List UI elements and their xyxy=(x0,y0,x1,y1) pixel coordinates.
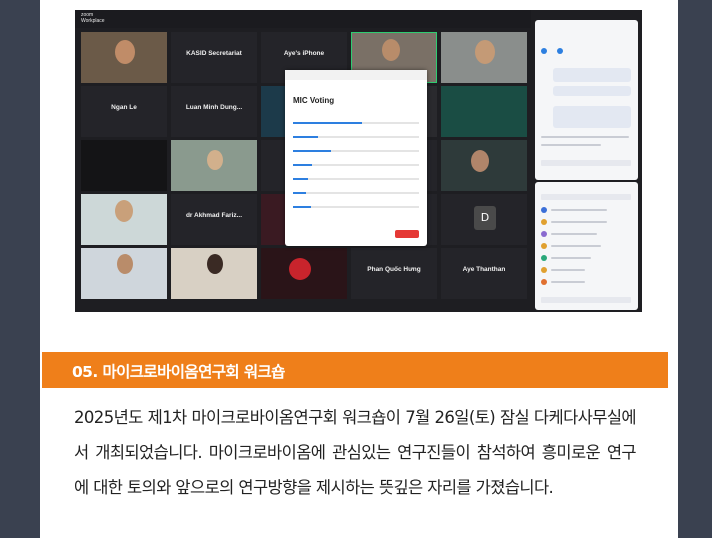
participant-face xyxy=(207,254,223,274)
video-tile: D xyxy=(441,194,527,245)
chat-text xyxy=(541,136,629,138)
participant-face xyxy=(115,200,133,222)
video-tile xyxy=(441,32,527,83)
participant-row xyxy=(551,257,591,259)
chat-panel xyxy=(535,20,638,180)
participant-name: Phan Quốc Hưng xyxy=(367,266,421,273)
video-tile xyxy=(261,248,347,299)
poll-window: MIC Voting xyxy=(285,70,427,246)
video-tile xyxy=(81,140,167,191)
participant-avatar: D xyxy=(474,206,496,230)
video-tile: dr Akhmad Fariz... xyxy=(171,194,257,245)
video-tile: Aye Thanthan xyxy=(441,248,527,299)
video-tile: Ngan Le xyxy=(81,86,167,137)
poll-option-bar xyxy=(293,136,419,138)
video-tile xyxy=(441,140,527,191)
poll-option-bar xyxy=(293,164,419,166)
participant-avatar xyxy=(541,207,547,213)
chat-message xyxy=(553,106,631,128)
chat-input xyxy=(541,160,631,166)
participant-row xyxy=(551,281,585,283)
newsletter-page: zoom Workplace KASID Secretariat Aye's i… xyxy=(40,0,678,538)
participant-name: dr Akhmad Fariz... xyxy=(185,212,243,219)
section-title: 05. 마이크로바이옴연구회 워크숍 xyxy=(72,363,285,381)
participant-face xyxy=(471,150,489,172)
chat-message xyxy=(553,86,631,96)
participant-avatar xyxy=(541,279,547,285)
participant-name: Aye's iPhone xyxy=(283,50,325,57)
participants-footer xyxy=(541,297,631,303)
participant-name: KASID Secretariat xyxy=(186,50,242,57)
participant-row xyxy=(551,233,597,235)
poll-option-bar xyxy=(293,192,419,194)
chat-avatar xyxy=(541,48,547,54)
participant-face xyxy=(382,39,400,61)
video-tile xyxy=(81,32,167,83)
virus-graphic xyxy=(289,258,311,280)
participant-face xyxy=(115,40,135,64)
video-tile xyxy=(81,194,167,245)
participant-row xyxy=(551,269,585,271)
section-body-text: 2025년도 제1차 마이크로바이옴연구회 워크숍이 7월 26일(토) 잠실 … xyxy=(74,408,637,497)
poll-header xyxy=(285,70,427,80)
participant-row xyxy=(551,221,607,223)
participants-panel xyxy=(535,182,638,310)
participants-search xyxy=(541,194,631,200)
participant-face xyxy=(117,254,133,274)
participant-avatar xyxy=(541,267,547,273)
video-tile: KASID Secretariat xyxy=(171,32,257,83)
poll-option-bar xyxy=(293,206,419,208)
participant-avatar xyxy=(541,243,547,249)
zoom-meeting-photo: zoom Workplace KASID Secretariat Aye's i… xyxy=(75,10,642,312)
participant-face xyxy=(475,40,495,64)
participant-row xyxy=(551,209,607,211)
participant-name: Aye Thanthan xyxy=(462,266,506,273)
video-tile xyxy=(441,86,527,137)
zoom-logo: zoom Workplace xyxy=(81,12,105,24)
participant-avatar xyxy=(541,231,547,237)
poll-title: MIC Voting xyxy=(293,96,335,105)
video-tile xyxy=(171,140,257,191)
zoom-title-bar: zoom Workplace xyxy=(75,10,531,28)
poll-option-bar xyxy=(293,122,419,124)
chat-avatar xyxy=(557,48,563,54)
participant-avatar xyxy=(541,219,547,225)
video-tile: Luan Minh Dung... xyxy=(171,86,257,137)
video-tile: Phan Quốc Hưng xyxy=(351,248,437,299)
participant-avatar xyxy=(541,255,547,261)
participant-name: Luan Minh Dung... xyxy=(185,104,243,111)
participant-row xyxy=(551,245,601,247)
video-tile xyxy=(171,248,257,299)
poll-option-bar xyxy=(293,178,419,180)
poll-end-button xyxy=(395,230,419,238)
chat-message xyxy=(553,68,631,82)
participant-name: Ngan Le xyxy=(111,104,137,111)
poll-option-bar xyxy=(293,150,419,152)
section-heading-bar: 05. 마이크로바이옴연구회 워크숍 xyxy=(42,352,668,388)
video-tile xyxy=(81,248,167,299)
participant-face xyxy=(207,150,223,170)
chat-text xyxy=(541,144,601,146)
